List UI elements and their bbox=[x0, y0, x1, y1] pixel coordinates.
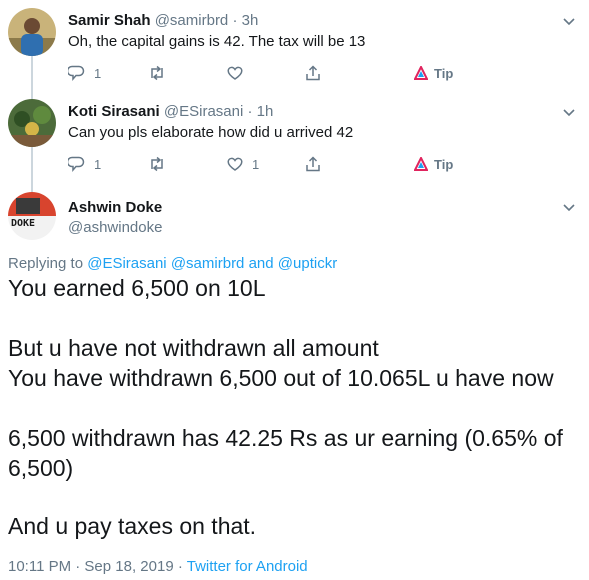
tweet-text-line: You earned 6,500 on 10L bbox=[8, 275, 266, 301]
author-handle[interactable]: @ashwindoke bbox=[68, 219, 162, 236]
reply-button[interactable]: 1 bbox=[68, 154, 101, 174]
avatar[interactable]: DOKE bbox=[8, 192, 56, 240]
reply-button[interactable]: 1 bbox=[68, 63, 101, 83]
reply-tweet-1[interactable]: Samir Shah @samirbrd · 3h Oh, the capita… bbox=[0, 0, 589, 91]
share-button[interactable] bbox=[304, 154, 322, 174]
share-icon bbox=[306, 65, 320, 81]
chevron-down-icon[interactable] bbox=[562, 105, 576, 119]
avatar[interactable] bbox=[8, 8, 56, 56]
tweet-text: Oh, the capital gains is 42. The tax wil… bbox=[68, 33, 366, 50]
mention-and: and bbox=[248, 255, 274, 272]
reply-icon bbox=[68, 65, 85, 82]
tip-label: Tip bbox=[434, 156, 454, 172]
action-bar: 1 1 Tip bbox=[68, 154, 468, 174]
like-button[interactable] bbox=[226, 63, 252, 83]
separator: · bbox=[247, 103, 253, 120]
author-handle[interactable]: @samirbrd bbox=[155, 12, 229, 29]
chevron-down-icon[interactable] bbox=[562, 200, 576, 214]
action-bar: 1 Tip bbox=[68, 63, 468, 83]
tip-button[interactable]: Tip bbox=[414, 63, 453, 83]
share-icon bbox=[306, 156, 320, 172]
tweet-text-line: 6,500 withdrawn has 42.25 Rs as ur earni… bbox=[8, 425, 563, 451]
replying-to: Replying to @ESirasani @samirbrd and @up… bbox=[8, 255, 337, 272]
tweet-time[interactable]: 3h bbox=[242, 12, 259, 29]
source-link[interactable]: Twitter for Android bbox=[187, 558, 308, 575]
reply-count: 1 bbox=[94, 65, 102, 81]
retweet-icon bbox=[151, 156, 163, 172]
retweet-button[interactable] bbox=[148, 154, 174, 174]
tip-button[interactable]: Tip bbox=[414, 154, 453, 174]
author-name[interactable]: Samir Shah bbox=[68, 12, 151, 29]
mention-link[interactable]: @uptickr bbox=[278, 255, 337, 272]
reply-count: 1 bbox=[94, 156, 102, 172]
share-button[interactable] bbox=[304, 63, 322, 83]
avatar-text: DOKE bbox=[11, 218, 36, 229]
tip-icon bbox=[414, 66, 428, 80]
separator: · bbox=[177, 558, 183, 575]
tweet-text-line: 6,500) bbox=[8, 455, 74, 481]
tweet-text-line: You have withdrawn 6,500 out of 10.065L … bbox=[8, 365, 554, 391]
reply-icon bbox=[68, 156, 85, 173]
tweet-text-line: And u pay taxes on that. bbox=[8, 513, 257, 539]
author-name[interactable]: Koti Sirasani bbox=[68, 103, 160, 120]
reply-tweet-2[interactable]: Koti Sirasani @ESirasani · 1h Can you pl… bbox=[0, 91, 589, 181]
replying-prefix: Replying to bbox=[8, 255, 84, 272]
chevron-down-icon[interactable] bbox=[562, 14, 576, 28]
author-name[interactable]: Ashwin Doke bbox=[68, 199, 162, 216]
like-count: 1 bbox=[252, 156, 260, 172]
separator: · bbox=[232, 12, 238, 29]
author-handle[interactable]: @ESirasani bbox=[164, 103, 243, 120]
mention-link[interactable]: @samirbrd bbox=[171, 255, 245, 272]
tweet-text: Can you pls elaborate how did u arrived … bbox=[68, 124, 354, 141]
tweet-time[interactable]: 1h bbox=[257, 103, 274, 120]
heart-icon bbox=[227, 66, 243, 80]
tip-label: Tip bbox=[434, 65, 454, 81]
retweet-icon bbox=[151, 65, 163, 81]
like-button[interactable]: 1 bbox=[226, 154, 259, 174]
timestamp[interactable]: 10:11 PM · Sep 18, 2019 bbox=[8, 558, 174, 575]
retweet-button[interactable] bbox=[148, 63, 174, 83]
mention-link[interactable]: @ESirasani bbox=[87, 255, 166, 272]
heart-icon bbox=[227, 157, 243, 171]
avatar[interactable] bbox=[8, 99, 56, 147]
tip-icon bbox=[414, 157, 428, 171]
tweet-meta: 10:11 PM · Sep 18, 2019 · Twitter for An… bbox=[8, 558, 308, 575]
tweet-text-line: But u have not withdrawn all amount bbox=[8, 335, 379, 361]
